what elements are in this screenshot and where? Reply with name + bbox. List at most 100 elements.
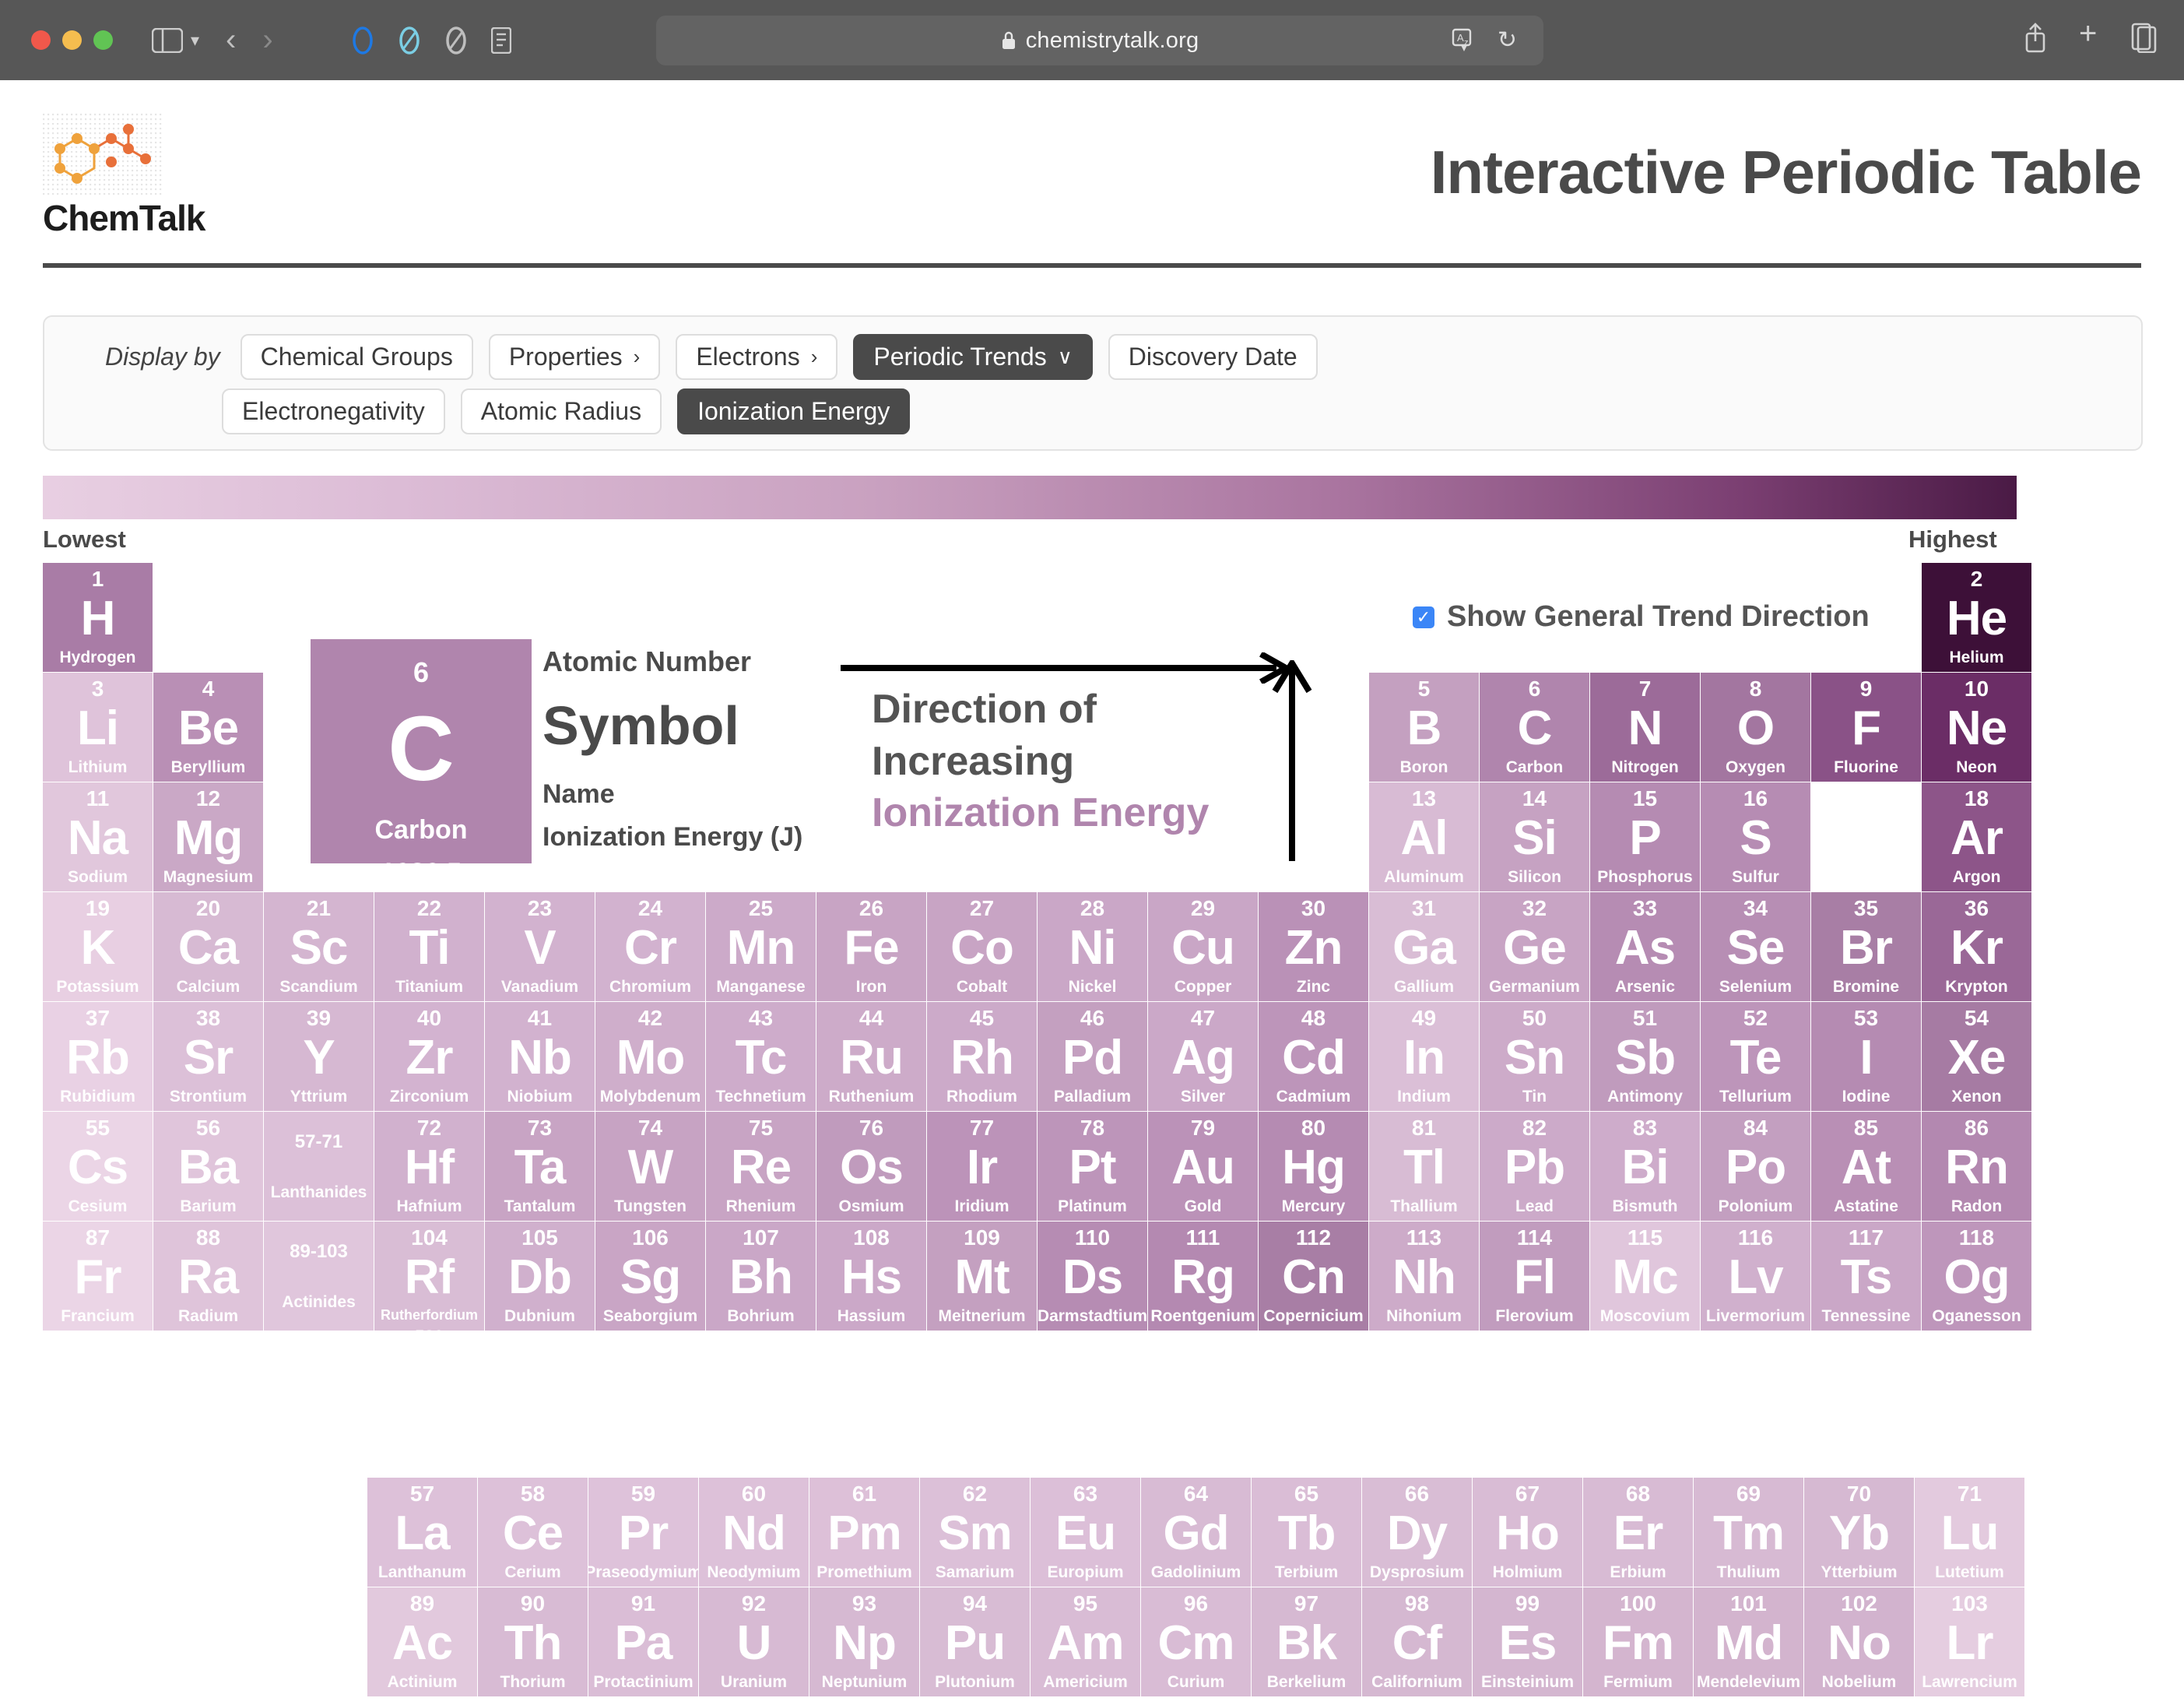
element-cell-Ds[interactable]: 110DsDarmstadtium960	[1038, 1222, 1147, 1331]
element-cell-Tl[interactable]: 81TlThallium589.4	[1369, 1112, 1479, 1221]
element-cell-Sc[interactable]: 21ScScandium633.1	[264, 892, 374, 1001]
element-cell-Se[interactable]: 34SeSelenium941	[1701, 892, 1810, 1001]
back-button[interactable]: ‹	[226, 23, 236, 58]
element-cell-Np[interactable]: 93NpNeptunium604.5	[809, 1587, 919, 1696]
element-cell-La[interactable]: 57LaLanthanum538.1	[367, 1478, 477, 1587]
element-cell-W[interactable]: 74WTungsten770	[595, 1112, 705, 1221]
element-cell-O[interactable]: 8OOxygen1313.9	[1701, 673, 1810, 782]
element-cell-Bh[interactable]: 107BhBohrium740	[706, 1222, 816, 1331]
element-cell-Es[interactable]: 99EsEinsteinium619	[1473, 1587, 1582, 1696]
element-cell-Zn[interactable]: 30ZnZinc906.4	[1259, 892, 1368, 1001]
element-cell-Tm[interactable]: 69TmThulium596.7	[1694, 1478, 1803, 1587]
element-cell-Bk[interactable]: 97BkBerkelium601	[1252, 1587, 1361, 1696]
element-cell-Og[interactable]: 118OgOganesson860.1	[1922, 1222, 2031, 1331]
trend-option-ionization-energy[interactable]: Ionization Energy	[677, 388, 911, 434]
element-cell-Mc[interactable]: 115McMoscovium538.3	[1590, 1222, 1700, 1331]
show-trend-direction-checkbox[interactable]: ✓	[1413, 606, 1434, 628]
trend-option-atomic-radius[interactable]: Atomic Radius	[460, 388, 662, 434]
element-cell-Kr[interactable]: 36KrKrypton1350.8	[1922, 892, 2031, 1001]
element-cell-Pu[interactable]: 94PuPlutonium584.7	[920, 1587, 1030, 1696]
shield-icon[interactable]	[395, 26, 424, 55]
sidebar-icon[interactable]	[152, 27, 183, 53]
element-cell-Na[interactable]: 11NaSodium495.8	[43, 782, 153, 891]
element-cell-S[interactable]: 16SSulfur999.6	[1701, 782, 1810, 891]
element-cell-Pm[interactable]: 61PmPromethium540	[809, 1478, 919, 1587]
element-cell-Eu[interactable]: 63EuEuropium547.1	[1031, 1478, 1140, 1587]
element-cell-F[interactable]: 9FFluorine1681	[1811, 673, 1921, 782]
element-cell-Cs[interactable]: 55CsCesium375.7	[43, 1112, 153, 1221]
element-cell-Tb[interactable]: 65TbTerbium565.8	[1252, 1478, 1361, 1587]
element-cell-I[interactable]: 53IIodine1008.4	[1811, 1002, 1921, 1111]
element-cell-Ag[interactable]: 47AgSilver731	[1148, 1002, 1258, 1111]
element-cell-Hs[interactable]: 108HsHassium730	[816, 1222, 926, 1331]
element-cell-Pa[interactable]: 91PaProtactinium568	[588, 1587, 698, 1696]
element-cell-Ir[interactable]: 77IrIridium880	[927, 1112, 1037, 1221]
element-cell-Pr[interactable]: 59PrPraseodymium527	[588, 1478, 698, 1587]
element-cell-Sr[interactable]: 38SrStrontium549.5	[153, 1002, 263, 1111]
element-cell-Re[interactable]: 75ReRhenium760	[706, 1112, 816, 1221]
translate-icon[interactable]: Az	[1452, 28, 1481, 58]
minimize-window-button[interactable]	[62, 30, 82, 50]
element-cell-Ar[interactable]: 18ArArgon1520.6	[1922, 782, 2031, 891]
element-cell-Ac[interactable]: 89AcActinium499	[367, 1587, 477, 1696]
element-cell-Cl[interactable]: 17ClChlorine1251.2	[1811, 782, 1921, 892]
element-cell-Rg[interactable]: 111RgRoentgenium1020	[1148, 1222, 1258, 1331]
element-cell-Ce[interactable]: 58CeCerium534.4	[478, 1478, 588, 1587]
element-cell-Gd[interactable]: 64GdGadolinium593.4	[1141, 1478, 1251, 1587]
display-mode-periodic-trends[interactable]: Periodic Trends ∨	[853, 334, 1093, 380]
address-bar[interactable]: chemistrytalk.org Az ↻	[656, 16, 1543, 65]
element-cell-Sb[interactable]: 51SbAntimony834	[1590, 1002, 1700, 1111]
element-cell-Cn[interactable]: 112CnCopernicium1155	[1259, 1222, 1368, 1331]
element-cell-At[interactable]: 85AtAstatine899.003	[1811, 1112, 1921, 1221]
element-cell-Po[interactable]: 84PoPolonium812.1	[1701, 1112, 1810, 1221]
element-cell-Fm[interactable]: 100FmFermium627	[1583, 1587, 1693, 1696]
element-cell-Nb[interactable]: 41NbNiobium652.1	[485, 1002, 595, 1111]
reader-view-icon[interactable]	[490, 26, 511, 54]
element-cell-Zr[interactable]: 40ZrZirconium640.1	[374, 1002, 484, 1111]
chevron-down-icon[interactable]: ▾	[191, 30, 199, 51]
element-cell-Ni[interactable]: 28NiNickel737.1	[1038, 892, 1147, 1001]
element-cell-Te[interactable]: 52TeTellurium869.3	[1701, 1002, 1810, 1111]
element-cell-lanthanides[interactable]: 57-71 Lanthanides	[264, 1112, 374, 1221]
element-cell-Y[interactable]: 39YYttrium600	[264, 1002, 374, 1111]
element-cell-Ta[interactable]: 73TaTantalum761	[485, 1112, 595, 1221]
element-cell-Si[interactable]: 14SiSilicon786.5	[1480, 782, 1589, 891]
shield-icon[interactable]	[441, 26, 471, 55]
element-cell-Cm[interactable]: 96CmCurium581	[1141, 1587, 1251, 1696]
element-cell-Hf[interactable]: 72HfHafnium658.5	[374, 1112, 484, 1221]
element-cell-Os[interactable]: 76OsOsmium840	[816, 1112, 926, 1221]
element-cell-Mn[interactable]: 25MnManganese717.3	[706, 892, 816, 1001]
tabs-icon[interactable]	[2131, 22, 2158, 53]
element-cell-Au[interactable]: 79AuGold890.1	[1148, 1112, 1258, 1221]
element-cell-Ga[interactable]: 31GaGallium578.8	[1369, 892, 1479, 1001]
element-cell-Rf[interactable]: 104Rf Rutherfordium 580	[374, 1222, 484, 1331]
element-cell-Ge[interactable]: 32GeGermanium762	[1480, 892, 1589, 1001]
element-cell-Cd[interactable]: 48CdCadmium867.8	[1259, 1002, 1368, 1111]
element-cell-Sn[interactable]: 50SnTin708.6	[1480, 1002, 1589, 1111]
element-cell-Yb[interactable]: 70YbYtterbium603.4	[1804, 1478, 1914, 1587]
forward-button[interactable]: ›	[262, 23, 272, 58]
element-cell-Bi[interactable]: 83BiBismuth703	[1590, 1112, 1700, 1221]
trend-option-electronegativity[interactable]: Electronegativity	[222, 388, 445, 434]
element-cell-Ti[interactable]: 22TiTitanium658.8	[374, 892, 484, 1001]
element-cell-Pb[interactable]: 82PbLead715.6	[1480, 1112, 1589, 1221]
element-cell-Ca[interactable]: 20CaCalcium589.8	[153, 892, 263, 1001]
element-cell-Pt[interactable]: 78PtPlatinum870	[1038, 1112, 1147, 1221]
element-cell-Ru[interactable]: 44RuRuthenium710.2	[816, 1002, 926, 1111]
share-icon[interactable]	[2024, 22, 2047, 53]
element-cell-Er[interactable]: 68ErErbium589.3	[1583, 1478, 1693, 1587]
element-cell-actinides[interactable]: 89-103 Actinides	[264, 1222, 374, 1331]
element-cell-Lu[interactable]: 71LuLutetium523.5	[1915, 1478, 2024, 1587]
maximize-window-button[interactable]	[93, 30, 113, 50]
element-cell-Am[interactable]: 95AmAmericium578	[1031, 1587, 1140, 1696]
element-cell-Fr[interactable]: 87FrFrancium380	[43, 1222, 153, 1331]
element-cell-Cu[interactable]: 29CuCopper745.5	[1148, 892, 1258, 1001]
element-cell-Fe[interactable]: 26FeIron762.5	[816, 892, 926, 1001]
element-cell-Sg[interactable]: 106SgSeaborgium757	[595, 1222, 705, 1331]
element-cell-He[interactable]: 2HeHelium2372.3	[1922, 563, 2031, 672]
element-cell-B[interactable]: 5BBoron800.6	[1369, 673, 1479, 782]
element-cell-In[interactable]: 49InIndium558.3	[1369, 1002, 1479, 1111]
window-traffic-lights[interactable]	[31, 30, 113, 50]
element-cell-Sm[interactable]: 62SmSamarium544.5	[920, 1478, 1030, 1587]
element-cell-Db[interactable]: 105DbDubnium665	[485, 1222, 595, 1331]
